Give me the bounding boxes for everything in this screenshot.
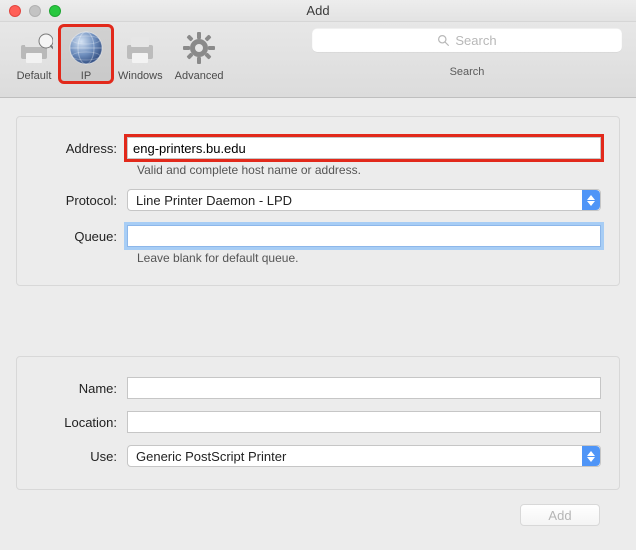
printer-default-icon: [14, 28, 54, 68]
queue-hint: Leave blank for default queue.: [137, 251, 601, 265]
location-input[interactable]: [127, 411, 601, 433]
add-printer-window: Add Default: [0, 0, 636, 550]
name-input[interactable]: [127, 377, 601, 399]
address-input[interactable]: [127, 137, 601, 159]
search-section: Search Search: [312, 28, 622, 78]
toolbar-item-label: Default: [17, 70, 52, 82]
toolbar-item-ip[interactable]: IP: [60, 26, 112, 82]
protocol-label: Protocol:: [27, 193, 127, 208]
toolbar-item-default[interactable]: Default: [8, 26, 60, 82]
name-label: Name:: [27, 381, 127, 396]
footer: Add: [16, 490, 620, 540]
address-label: Address:: [27, 141, 127, 156]
gear-icon: [179, 28, 219, 68]
queue-label: Queue:: [27, 229, 127, 244]
protocol-value: Line Printer Daemon - LPD: [136, 193, 292, 208]
address-hint: Valid and complete host name or address.: [137, 163, 601, 177]
close-window-button[interactable]: [9, 5, 21, 17]
minimize-window-button[interactable]: [29, 5, 41, 17]
toolbar: Default: [0, 22, 636, 98]
toolbar-item-label: Windows: [118, 70, 163, 82]
protocol-select[interactable]: Line Printer Daemon - LPD: [127, 189, 601, 211]
toolbar-item-windows[interactable]: Windows: [112, 26, 169, 82]
globe-icon: [66, 28, 106, 68]
printer-windows-icon: [120, 28, 160, 68]
search-input[interactable]: Search: [312, 28, 622, 52]
chevron-up-down-icon: [582, 190, 600, 210]
queue-input[interactable]: [127, 225, 601, 247]
add-button-label: Add: [548, 508, 571, 523]
use-select[interactable]: Generic PostScript Printer: [127, 445, 601, 467]
use-label: Use:: [27, 449, 127, 464]
search-caption: Search: [450, 66, 485, 78]
toolbar-item-label: Advanced: [175, 70, 224, 82]
content: Address: Valid and complete host name or…: [0, 98, 636, 550]
toolbar-mode-group: Default: [8, 26, 230, 82]
chevron-up-down-icon: [582, 446, 600, 466]
location-label: Location:: [27, 415, 127, 430]
add-button[interactable]: Add: [520, 504, 600, 526]
use-value: Generic PostScript Printer: [136, 449, 286, 464]
window-title: Add: [0, 3, 636, 18]
titlebar: Add: [0, 0, 636, 22]
search-icon: [437, 34, 450, 47]
search-placeholder: Search: [455, 33, 496, 48]
toolbar-item-advanced[interactable]: Advanced: [169, 26, 230, 82]
traffic-lights: [9, 5, 61, 17]
toolbar-item-label: IP: [81, 70, 91, 82]
printer-info-group: Name: Location: Use: Generic PostScript …: [16, 356, 620, 490]
connection-group: Address: Valid and complete host name or…: [16, 116, 620, 286]
maximize-window-button[interactable]: [49, 5, 61, 17]
